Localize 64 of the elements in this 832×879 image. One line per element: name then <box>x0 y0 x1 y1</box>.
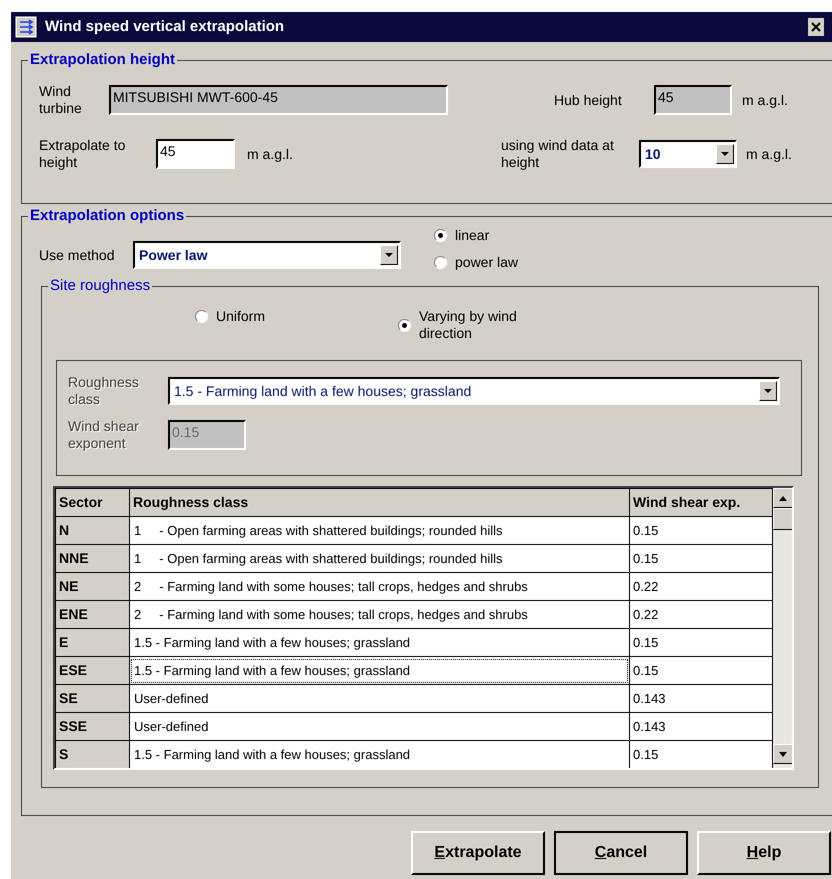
unit-label: m a.g.l. <box>746 144 792 164</box>
radio-button[interactable] <box>398 318 411 332</box>
table-cell: 0.15 <box>630 656 772 684</box>
sector-cell: SSE <box>56 712 130 740</box>
field-label: Hub height <box>554 92 623 108</box>
radio-label: linear <box>455 227 490 244</box>
table-cell[interactable]: 1 - Open farming areas with shattered buildings; rounded hills <box>130 544 630 572</box>
radio-label: Uniform <box>216 308 266 325</box>
table-cell: 0.143 <box>630 684 772 712</box>
dropdown[interactable]: 10 <box>639 140 737 168</box>
sector-cell: ENE <box>56 600 130 628</box>
table-cell: 0.15 <box>630 544 772 572</box>
field-label: using wind data at height <box>501 137 615 171</box>
field-label: Roughness class <box>68 374 140 408</box>
column-header[interactable]: Sector <box>56 488 130 516</box>
dialog-button[interactable]: Extrapolate <box>411 831 545 875</box>
radio-label: Varying by wind direction <box>419 308 518 342</box>
group-title: Extrapolation height <box>28 51 178 69</box>
dropdown[interactable]: Power law <box>133 241 401 269</box>
table-cell[interactable]: 1.5 - Farming land with a few houses; grassland <box>130 656 630 684</box>
radio-button[interactable] <box>195 310 208 323</box>
scroll-up-icon[interactable] <box>773 488 792 508</box>
table-cell[interactable]: 1.5 - Farming land with a few houses; grassland <box>130 740 630 768</box>
field-label: Wind shear exponent <box>68 418 140 452</box>
sector-cell: S <box>56 740 130 768</box>
radio-label: power law <box>455 254 518 271</box>
dialog-button[interactable]: Cancel <box>554 831 688 875</box>
column-header[interactable]: Roughness class <box>130 488 630 516</box>
sector-cell: ESE <box>56 656 130 684</box>
group-title: Site roughness <box>48 277 152 295</box>
table-cell[interactable]: User-defined <box>130 712 630 740</box>
field-label: Extrapolate to height <box>39 137 126 171</box>
table-cell: 0.143 <box>630 712 772 740</box>
group-title: Extrapolation options <box>28 207 186 225</box>
table-cell[interactable]: User-defined <box>130 684 630 712</box>
radio-button[interactable] <box>434 229 447 242</box>
field-label: Wind turbine <box>39 83 83 117</box>
sector-cell: SE <box>56 684 130 712</box>
unit-label: m a.g.l. <box>247 144 294 164</box>
sector-cell: E <box>56 628 130 656</box>
table-cell[interactable]: 1.5 - Farming land with a few houses; grassland <box>130 628 630 656</box>
table-cell: 0.15 <box>630 740 772 768</box>
column-header[interactable]: Wind shear exp. <box>630 488 772 516</box>
table-cell[interactable]: 2 - Farming land with some houses; tall crops, hedges and shrubs <box>130 600 630 628</box>
window-title: Wind speed vertical extrapolation <box>45 16 284 37</box>
close-icon[interactable] <box>808 18 824 36</box>
scroll-thumb[interactable] <box>773 508 792 530</box>
sector-cell: NNE <box>56 544 130 572</box>
sector-cell: NE <box>56 572 130 600</box>
field-label: Use method <box>39 246 116 264</box>
radio-button[interactable] <box>434 256 447 269</box>
table-cell: 0.22 <box>630 572 772 600</box>
scroll-down-icon[interactable] <box>773 744 792 764</box>
text-field[interactable]: 45 <box>156 139 235 169</box>
unit-label: m a.g.l. <box>742 90 788 110</box>
dialog-button[interactable]: Help <box>697 831 831 875</box>
table-cell[interactable]: 1 - Open farming areas with shattered buildings; rounded hills <box>130 516 630 544</box>
app-icon <box>15 16 37 38</box>
table-cell[interactable]: 2 - Farming land with some houses; tall crops, hedges and shrubs <box>130 572 630 600</box>
table-cell: 0.15 <box>630 628 772 656</box>
sector-cell: N <box>56 516 130 544</box>
table-cell: 0.22 <box>630 600 772 628</box>
scrollbar[interactable] <box>773 488 792 768</box>
table-cell: 0.15 <box>630 516 772 544</box>
